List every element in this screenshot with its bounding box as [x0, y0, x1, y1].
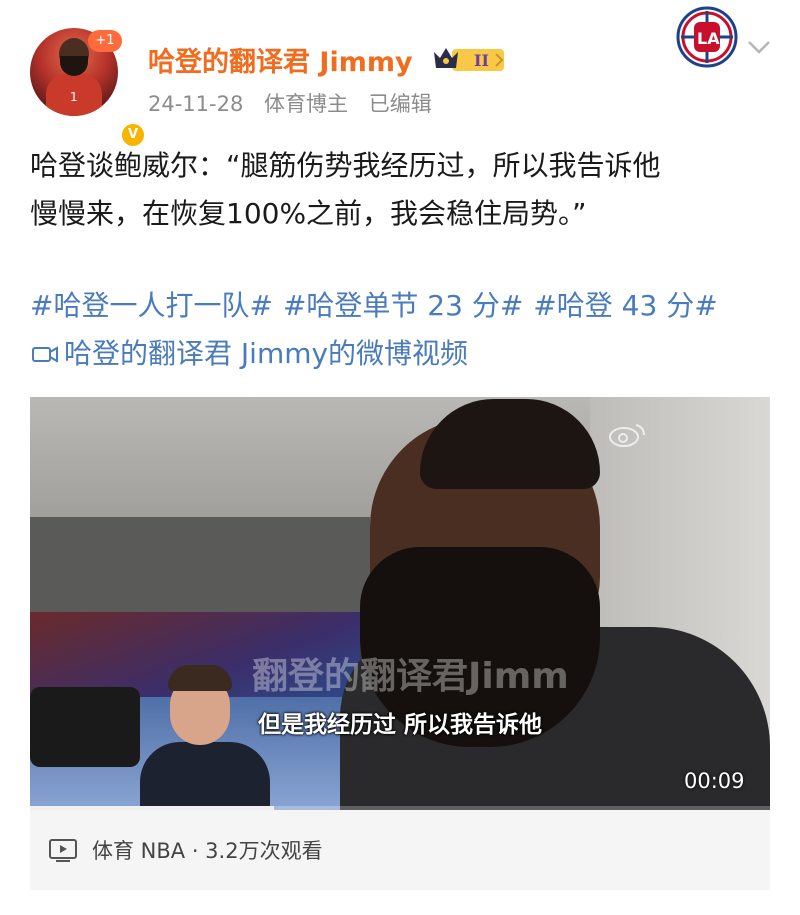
weibo-watermark-icon: [609, 424, 645, 447]
clippers-logo-icon[interactable]: LA: [676, 6, 738, 68]
video-subtitle: 但是我经历过 所以我告诉他: [257, 712, 542, 738]
post-date: 24-11-28: [148, 92, 244, 116]
video-duration: 00:09: [684, 769, 745, 793]
video-watermark: 翻登的翻译君Jimm: [252, 656, 569, 697]
hashtag-link[interactable]: #哈登单节 23 分#: [283, 289, 523, 322]
play-icon: [49, 839, 77, 862]
video-info-bar[interactable]: 体育 NBA · 3.2万次观看: [30, 810, 770, 890]
username[interactable]: 哈登的翻译君 Jimmy: [148, 40, 413, 79]
svg-text:LA: LA: [697, 29, 720, 48]
video-camera-icon: [32, 346, 58, 363]
hashtag-link[interactable]: #哈登一人打一队#: [30, 289, 273, 322]
video-source-link[interactable]: 哈登的翻译君 Jimmy的微博视频: [30, 330, 780, 378]
hashtag-link[interactable]: #哈登 43 分#: [533, 289, 717, 322]
post-text-line: 哈登谈鲍威尔：“腿筋伤势我经历过，所以我告诉他: [30, 149, 661, 182]
level-badge-text: II: [474, 51, 489, 70]
post-text: 哈登谈鲍威尔：“腿筋伤势我经历过，所以我告诉他 慢慢来，在恢复100%之前，我会…: [30, 142, 770, 238]
video-player[interactable]: 翻登的翻译君Jimm 但是我经历过 所以我告诉他 00:09: [30, 397, 770, 810]
video-category-views: 体育 NBA · 3.2万次观看: [92, 839, 323, 863]
edited-label: 已编辑: [368, 92, 432, 116]
crown-level-icon: II: [434, 48, 504, 71]
author-role: 体育博主: [264, 92, 349, 116]
post-text-line: 慢慢来，在恢复100%之前，我会稳住局势。”: [30, 197, 587, 230]
notification-badge: +1: [88, 30, 122, 52]
post-header: 1 V +1 哈登的翻译君 Jimmy II 24-11-28 体育博主 已编辑…: [0, 0, 800, 148]
chevron-down-icon[interactable]: [746, 38, 772, 56]
video-source-label: 哈登的翻译君 Jimmy的微博视频: [64, 337, 469, 370]
post-tags: #哈登一人打一队# #哈登单节 23 分# #哈登 43 分# 哈登的翻译君 Jim…: [30, 282, 780, 378]
post-meta: 24-11-28 体育博主 已编辑: [148, 88, 446, 118]
